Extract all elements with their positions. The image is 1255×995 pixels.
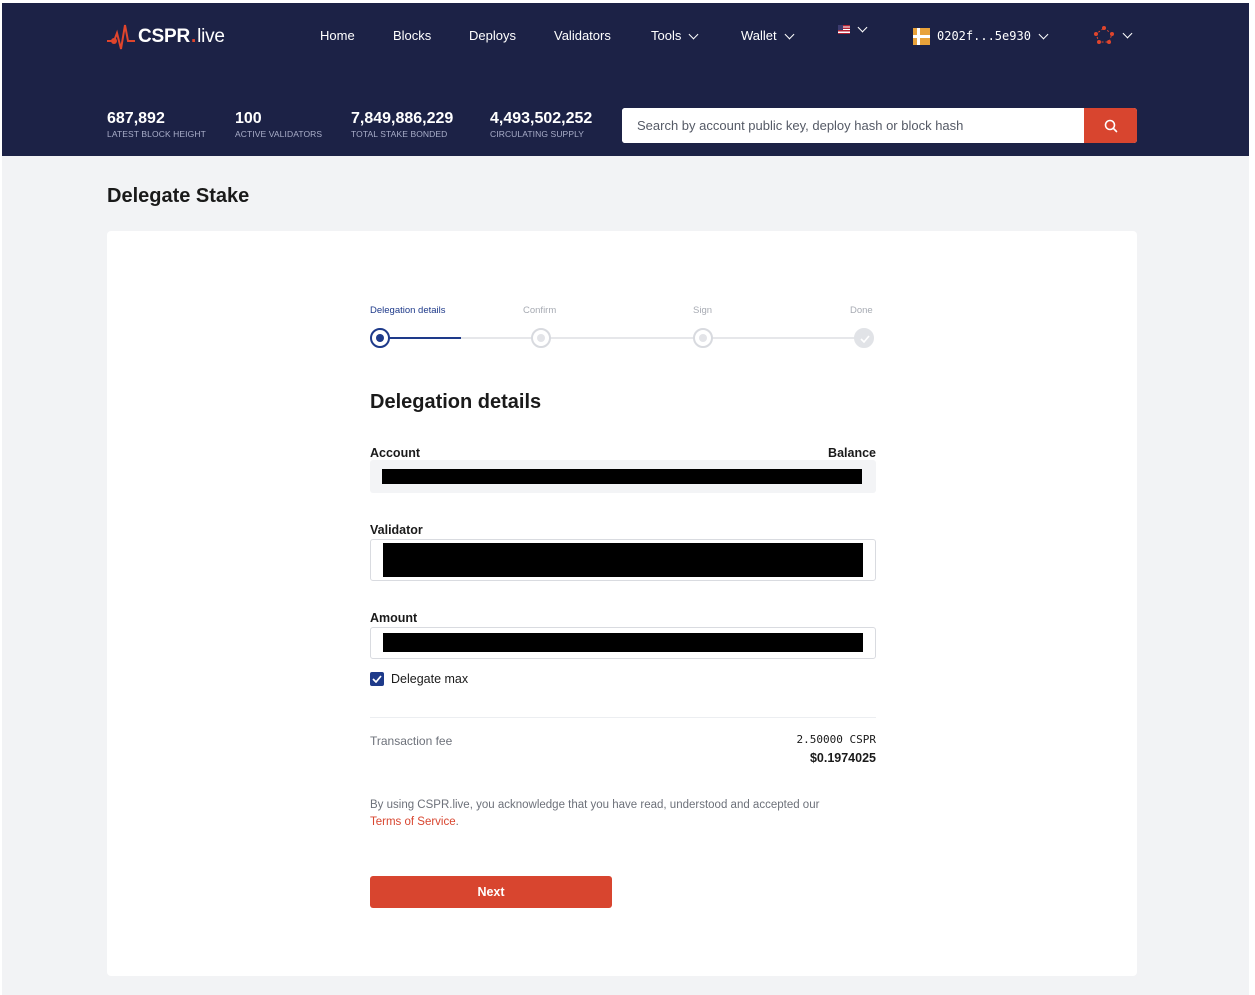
stat-value: 687,892 xyxy=(107,110,165,127)
stat-label: Total Stake Bonded xyxy=(351,129,448,139)
top-header: CSPR.live Home Blocks Deploys Validators… xyxy=(2,3,1249,156)
network-icon xyxy=(1093,25,1115,45)
logo-text: CSPR.live xyxy=(138,26,225,47)
stat-value: 100 xyxy=(235,110,262,127)
step-2-indicator xyxy=(531,328,551,348)
cspr-live-logo[interactable]: CSPR.live xyxy=(106,19,225,55)
nav-blocks[interactable]: Blocks xyxy=(393,25,431,47)
transaction-fee-cspr: 2.50000 CSPR xyxy=(796,733,876,746)
delegate-card: Delegation details Confirm Sign Done Del… xyxy=(107,231,1137,976)
delegate-max-row[interactable]: Delegate max xyxy=(370,672,468,686)
step-label-sign: Sign xyxy=(693,305,713,316)
pulse-logo-icon xyxy=(107,24,135,50)
stat-label: Circulating Supply xyxy=(490,129,585,139)
page-title: Delegate Stake xyxy=(107,185,250,207)
redacted-validator-value xyxy=(383,543,863,577)
nav-wallet-dropdown[interactable]: Wallet xyxy=(741,25,795,47)
step-3-indicator xyxy=(693,328,713,348)
validator-select[interactable] xyxy=(370,539,876,581)
app-window: CSPR.live Home Blocks Deploys Validators… xyxy=(2,3,1249,995)
step-label-done: Done xyxy=(850,305,873,316)
check-icon xyxy=(860,335,870,343)
search-icon xyxy=(1104,119,1117,132)
chevron-down-icon xyxy=(784,29,795,39)
stat-value: 7,849,886,229 xyxy=(351,110,454,127)
divider xyxy=(370,717,876,718)
next-button[interactable]: Next xyxy=(370,876,612,908)
nav-home[interactable]: Home xyxy=(320,25,355,47)
redacted-amount-value xyxy=(383,633,863,652)
transaction-fee-usd: $0.1974025 xyxy=(809,751,876,765)
step-label-delegation-details: Delegation details xyxy=(370,305,446,316)
step-progress-line xyxy=(388,337,461,339)
redacted-account-value xyxy=(382,469,862,484)
language-selector[interactable] xyxy=(838,22,868,34)
chevron-down-icon xyxy=(1038,29,1049,39)
stat-active-validators: 100 Active Validators xyxy=(235,110,322,140)
search-bar xyxy=(622,108,1137,143)
nav-validators[interactable]: Validators xyxy=(554,25,611,47)
account-key-label: 0202f...5e930 xyxy=(937,29,1031,43)
delegate-max-label: Delegate max xyxy=(391,672,469,686)
account-avatar-icon xyxy=(913,27,930,45)
balance-label: Balance xyxy=(828,446,876,460)
search-button[interactable] xyxy=(1084,108,1137,143)
stat-latest-block-height: 687,892 Latest Block Height xyxy=(107,110,206,140)
checkmark-icon xyxy=(372,675,382,683)
terms-text: By using CSPR.live, you acknowledge that… xyxy=(370,799,820,811)
stat-circulating-supply: 4,493,502,252 Circulating Supply xyxy=(490,110,592,140)
stat-label: Active Validators xyxy=(235,129,323,139)
chevron-down-icon xyxy=(688,29,699,39)
amount-label: Amount xyxy=(370,611,418,625)
terms-notice: By using CSPR.live, you acknowledge that… xyxy=(370,797,876,831)
nav-tools-dropdown[interactable]: Tools xyxy=(651,25,699,47)
search-input[interactable] xyxy=(622,108,1084,143)
terms-of-service-link[interactable]: Terms of Service xyxy=(370,816,456,828)
amount-input[interactable] xyxy=(370,627,876,659)
stat-total-stake-bonded: 7,849,886,229 Total Stake Bonded xyxy=(351,110,453,140)
step-label-confirm: Confirm xyxy=(523,305,557,316)
progress-stepper: Delegation details Confirm Sign Done xyxy=(370,305,876,355)
step-4-indicator xyxy=(854,328,874,348)
us-flag-icon xyxy=(838,25,850,34)
chevron-down-icon xyxy=(857,22,868,33)
transaction-fee-label: Transaction fee xyxy=(370,734,453,748)
step-track-line xyxy=(461,337,861,339)
account-field xyxy=(370,460,876,493)
terms-period: . xyxy=(455,816,459,828)
stat-label: Latest Block Height xyxy=(107,129,206,139)
account-label: Account xyxy=(370,446,420,460)
account-selector[interactable]: 0202f...5e930 xyxy=(913,25,1049,47)
delegate-max-checkbox[interactable] xyxy=(370,672,384,686)
nav-deploys[interactable]: Deploys xyxy=(469,25,516,47)
stat-value: 4,493,502,252 xyxy=(490,110,593,127)
chevron-down-icon xyxy=(1122,28,1133,38)
network-selector[interactable] xyxy=(1093,25,1133,45)
form-title: Delegation details xyxy=(370,391,542,413)
validator-label: Validator xyxy=(370,523,423,537)
step-1-indicator xyxy=(370,328,390,348)
